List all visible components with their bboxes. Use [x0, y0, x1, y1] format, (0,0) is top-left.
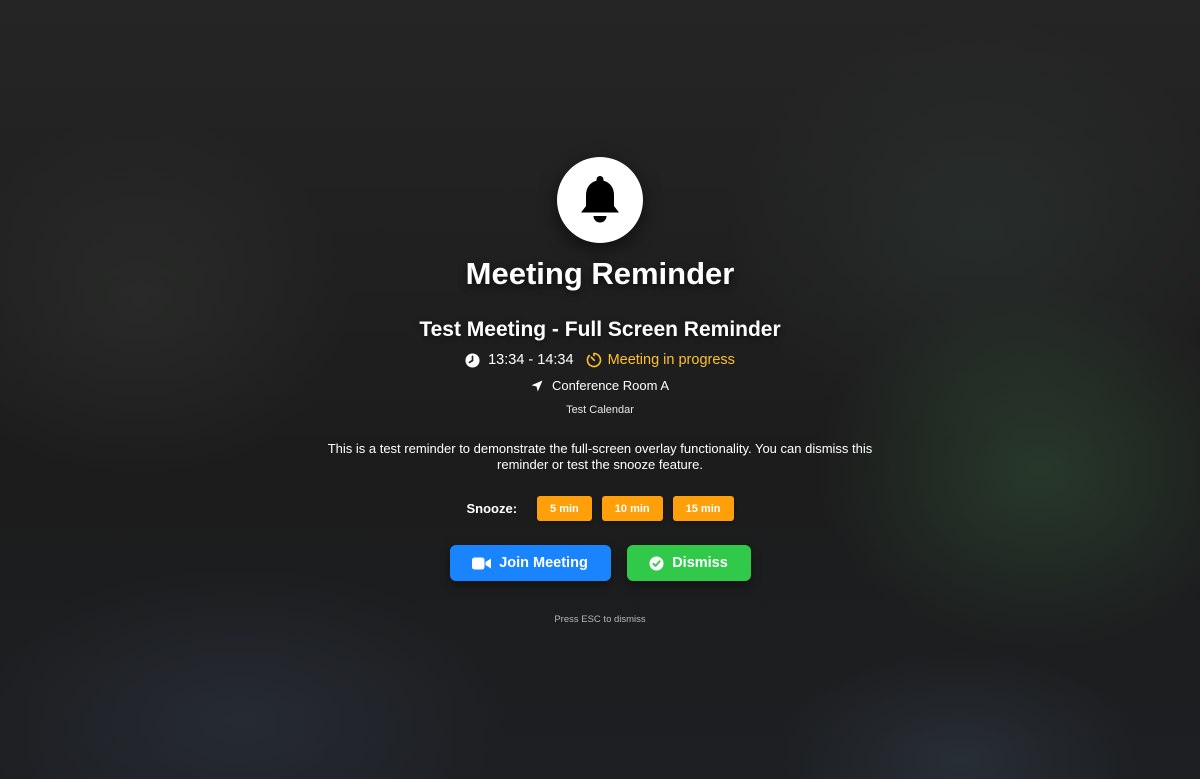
check-circle-icon	[649, 555, 664, 571]
calendar-name: Test Calendar	[566, 404, 634, 416]
meeting-title: Test Meeting - Full Screen Reminder	[419, 318, 781, 341]
snooze-10-min-button[interactable]: 10 min	[601, 496, 663, 521]
video-camera-icon	[472, 557, 492, 570]
timer-icon	[586, 352, 602, 368]
meeting-location-row: Conference Room A	[0, 378, 1200, 393]
reminder-overlay: Meeting Reminder Test Meeting - Full Scr…	[0, 0, 1200, 779]
snooze-label: Snooze:	[466, 501, 518, 516]
meeting-time-row: 13:34 - 14:34 Meeting in progress	[0, 352, 1200, 368]
dismiss-button[interactable]: Dismiss	[626, 545, 751, 581]
snooze-15-min-button[interactable]: 15 min	[672, 496, 734, 521]
action-buttons: Join Meeting Dismiss	[0, 545, 1200, 581]
join-meeting-label: Join Meeting	[499, 555, 588, 571]
clock-icon	[465, 352, 480, 368]
meeting-location: Conference Room A	[551, 378, 670, 393]
bell-badge	[557, 157, 643, 243]
meeting-description: This is a test reminder to demonstrate t…	[327, 441, 873, 472]
snooze-5-min-button[interactable]: 5 min	[537, 496, 592, 521]
bell-icon	[581, 176, 619, 223]
meeting-status: Meeting in progress	[607, 352, 735, 368]
meeting-time-range: 13:34 - 14:34	[488, 352, 574, 368]
dismiss-label: Dismiss	[672, 555, 728, 571]
join-meeting-button[interactable]: Join Meeting	[449, 545, 611, 581]
location-arrow-icon	[531, 380, 543, 392]
overlay-title: Meeting Reminder	[465, 256, 735, 291]
snooze-controls: Snooze: 5 min 10 min 15 min	[0, 496, 1200, 521]
esc-hint: Press ESC to dismiss	[554, 614, 646, 625]
